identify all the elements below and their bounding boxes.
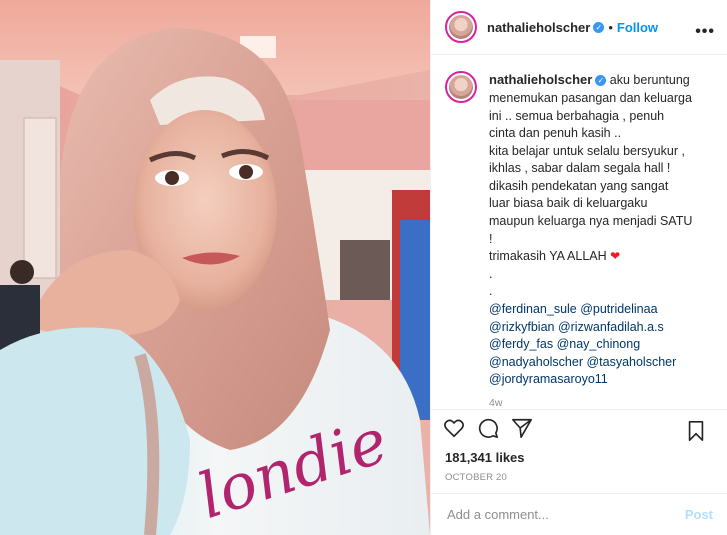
share-icon xyxy=(512,419,532,439)
share-button[interactable] xyxy=(509,415,535,441)
red-heart-icon: ❤ xyxy=(610,249,621,264)
photo-illustration: londie xyxy=(0,0,430,535)
caption-text: nathalieholscher ✓ aku beruntung menemuka… xyxy=(489,71,713,389)
caption-line: dikasih pendekatan yang sangat xyxy=(489,178,669,193)
header-username[interactable]: nathalieholscher xyxy=(487,20,590,35)
post-sidebar: nathalieholscher ✓ • Follow ••• nathalie… xyxy=(430,0,727,535)
action-bar xyxy=(431,409,727,446)
likes-count[interactable]: 181,341 likes xyxy=(431,446,727,470)
post-date[interactable]: OCTOBER 20 xyxy=(431,470,727,492)
caption-avatar[interactable] xyxy=(445,71,477,104)
more-icon[interactable]: ••• xyxy=(695,23,715,41)
post-button[interactable]: Post xyxy=(685,507,713,522)
follow-button[interactable]: Follow xyxy=(617,20,658,35)
save-button[interactable] xyxy=(683,418,709,444)
caption-username[interactable]: nathalieholscher xyxy=(489,72,592,87)
caption-line: . xyxy=(489,266,493,281)
post-age[interactable]: 4w xyxy=(489,397,713,409)
instagram-post: londie nathalieholscher ✓ • Follow ••• n… xyxy=(0,0,727,535)
verified-icon: ✓ xyxy=(593,21,605,33)
heart-icon xyxy=(444,419,464,438)
post-header: nathalieholscher ✓ • Follow ••• xyxy=(431,0,727,56)
caption-section: nathalieholscher ✓ aku beruntung menemuka… xyxy=(431,55,727,409)
mention-line[interactable]: @rizkyfbian @rizwanfadilah.a.s xyxy=(489,319,713,337)
caption-line: ! xyxy=(489,231,493,246)
mention-line[interactable]: @jordyramasaroyo11 xyxy=(489,371,713,389)
mention-line[interactable]: @ferdy_fas @nay_chinong xyxy=(489,336,713,354)
mention-line[interactable]: @ferdinan_sule @putridelinaa xyxy=(489,301,713,319)
separator-dot: • xyxy=(608,19,613,35)
verified-icon: ✓ xyxy=(595,75,607,87)
caption-line: aku beruntung xyxy=(609,73,690,88)
caption-line: ikhlas , sabar dalam segala hall ! xyxy=(489,161,671,176)
caption-line: menemukan pasangan dan keluarga xyxy=(489,90,692,105)
comment-icon xyxy=(478,419,498,439)
like-button[interactable] xyxy=(441,415,467,441)
bookmark-icon xyxy=(688,421,704,441)
caption-line: maupun keluarga nya menjadi SATU xyxy=(489,214,693,229)
add-comment-bar: Post xyxy=(431,492,727,535)
post-photo[interactable]: londie xyxy=(0,0,430,535)
caption-line: ini .. semua berbahagia , penuh xyxy=(489,108,665,123)
caption-line: trimakasih YA ALLAH xyxy=(489,249,607,264)
caption-line: . xyxy=(489,284,493,299)
caption-line: luar biasa baik di keluargaku xyxy=(489,196,648,211)
caption-line: cinta dan penuh kasih .. xyxy=(489,126,622,141)
comment-input[interactable] xyxy=(445,505,685,523)
caption-line: kita belajar untuk selalu bersyukur , xyxy=(489,143,685,158)
avatar[interactable] xyxy=(445,11,477,44)
mention-line[interactable]: @nadyaholscher @tasyaholscher xyxy=(489,354,713,372)
comment-button[interactable] xyxy=(475,415,501,441)
